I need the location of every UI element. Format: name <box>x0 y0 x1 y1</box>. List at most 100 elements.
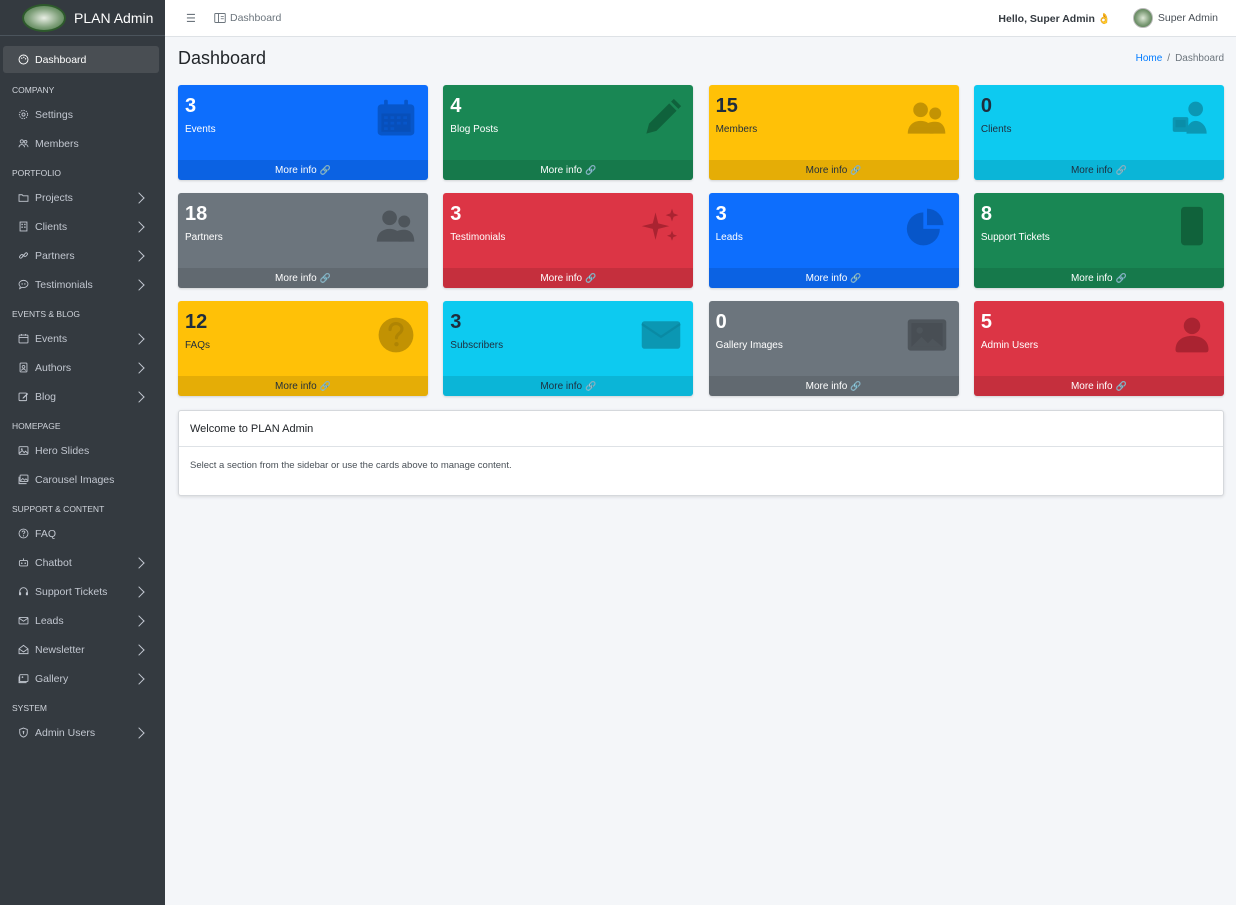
sidebar-item-partners[interactable]: Partners <box>3 241 159 270</box>
sidebar-item-dashboard[interactable]: Dashboard <box>3 46 159 73</box>
sidebar-item-label: Hero Slides <box>35 444 90 457</box>
sidebar-item-projects[interactable]: Projects <box>3 183 159 212</box>
link-icon: 🔗 <box>585 380 597 391</box>
more-info-link[interactable]: More info 🔗 <box>443 160 694 180</box>
stat-card-gallery-images: 0 Gallery Images More info 🔗 <box>708 301 959 396</box>
user-menu[interactable]: Super Admin <box>1132 8 1218 28</box>
pie-chart-icon <box>905 205 949 249</box>
sidebar-item-members[interactable]: Members <box>3 129 159 158</box>
more-info-label: More info <box>805 164 848 176</box>
stat-card-events: 3 Events More info 🔗 <box>178 85 428 180</box>
robot-icon <box>17 557 29 569</box>
sidebar-item-label: Authors <box>35 361 72 374</box>
more-info-label: More info <box>540 380 583 392</box>
more-info-link[interactable]: More info 🔗 <box>973 160 1224 180</box>
sidebar-item-label: Clients <box>35 220 68 233</box>
more-info-link[interactable]: More info 🔗 <box>708 376 959 396</box>
sidebar-item-label: Leads <box>35 614 64 627</box>
chevron-right-icon <box>133 220 145 233</box>
sidebar-item-newsletter[interactable]: Newsletter <box>3 635 159 664</box>
sidebar-item-clients[interactable]: Clients <box>3 212 159 241</box>
more-info-link[interactable]: More info 🔗 <box>973 268 1224 288</box>
chevron-right-icon <box>133 585 145 598</box>
gear-icon <box>17 109 29 121</box>
chat-quote-icon <box>17 279 29 291</box>
calendar-icon <box>17 333 29 345</box>
sidebar-item-chatbot[interactable]: Chatbot <box>3 548 159 577</box>
more-info-label: More info <box>805 380 848 392</box>
folder-icon <box>17 192 29 204</box>
chevron-right-icon <box>133 643 145 656</box>
sidebar-item-label: Chatbot <box>35 556 72 569</box>
stat-card-admin-users: 5 Admin Users More info 🔗 <box>973 301 1224 396</box>
welcome-card: Welcome to PLAN Admin Select a section f… <box>178 410 1224 496</box>
sidebar: PLAN Admin Dashboard COMPANY Settings Membe… <box>0 0 165 905</box>
more-info-link[interactable]: More info 🔗 <box>708 160 959 180</box>
more-info-label: More info <box>275 164 317 176</box>
more-info-label: More info <box>275 272 317 284</box>
stat-card-body: 3 Testimonials <box>443 193 693 268</box>
breadcrumb-separator: / <box>1167 53 1171 64</box>
pencil-square-icon <box>17 391 29 403</box>
sidebar-item-leads[interactable]: Leads <box>3 606 159 635</box>
breadcrumb-home[interactable]: Home <box>1136 53 1163 64</box>
sidebar-item-label: Newsletter <box>35 643 85 656</box>
brand-link[interactable]: PLAN Admin <box>0 0 165 36</box>
sidebar-item-gallery[interactable]: Gallery <box>3 664 159 693</box>
stat-card-testimonials: 3 Testimonials More info 🔗 <box>443 193 694 288</box>
image-icon <box>905 313 949 357</box>
breadcrumb-current: Dashboard <box>1175 53 1224 64</box>
sidebar-item-support-tickets[interactable]: Support Tickets <box>3 577 159 606</box>
greeting-text: Hello, Super Admin 👌 <box>998 12 1111 25</box>
stat-card-body: 4 Blog Posts <box>443 85 693 160</box>
menu-toggle-icon[interactable]: ☰ <box>186 12 198 25</box>
envelope-icon <box>17 615 29 627</box>
link-icon: 🔗 <box>319 380 331 391</box>
stat-card-leads: 3 Leads More info 🔗 <box>708 193 959 288</box>
link-icon: 🔗 <box>1115 380 1127 391</box>
page-title: Dashboard <box>178 48 267 68</box>
sidebar-item-authors[interactable]: Authors <box>3 353 159 382</box>
people-icon <box>905 97 949 141</box>
sidebar-item-testimonials[interactable]: Testimonials <box>3 270 159 299</box>
stat-card-partners: 18 Partners More info 🔗 <box>178 193 428 288</box>
link-icon: 🔗 <box>585 272 597 283</box>
more-info-link[interactable]: More info 🔗 <box>973 376 1224 396</box>
chevron-right-icon <box>133 361 145 374</box>
sidebar-item-hero-slides[interactable]: Hero Slides <box>3 436 159 465</box>
stat-card-body: 3 Leads <box>709 193 959 268</box>
chevron-right-icon <box>133 672 145 685</box>
sidebar-item-settings[interactable]: Settings <box>3 100 159 129</box>
stat-card-body: 3 Events <box>178 85 428 160</box>
image-icon <box>17 445 29 457</box>
user-name: Super Admin <box>1157 12 1218 24</box>
sidebar-item-label: Admin Users <box>35 726 96 739</box>
more-info-link[interactable]: More info 🔗 <box>178 160 428 180</box>
more-info-link[interactable]: More info 🔗 <box>708 268 959 288</box>
link-icon: 🔗 <box>850 380 862 391</box>
sidebar-item-events[interactable]: Events <box>3 324 159 353</box>
top-dashboard-link[interactable]: Dashboard <box>214 12 281 24</box>
stat-card-body: 3 Subscribers <box>443 301 693 376</box>
sidebar-item-admin-users[interactable]: Admin Users <box>3 718 159 747</box>
people-icon <box>17 138 29 150</box>
sidebar-item-carousel-images[interactable]: Carousel Images <box>3 465 159 494</box>
sidebar-item-label: Events <box>35 332 68 345</box>
stat-card-body: 15 Members <box>709 85 959 160</box>
link-icon <box>17 250 29 262</box>
top-navbar: ☰ Dashboard Hello, Super Admin 👌 Super A… <box>165 0 1236 37</box>
sidebar-item-faq[interactable]: FAQ <box>3 519 159 548</box>
sidebar-item-blog[interactable]: Blog <box>3 382 159 411</box>
link-icon: 🔗 <box>319 164 331 175</box>
more-info-link[interactable]: More info 🔗 <box>443 268 694 288</box>
more-info-link[interactable]: More info 🔗 <box>178 268 428 288</box>
more-info-link[interactable]: More info 🔗 <box>178 376 428 396</box>
brand-name: PLAN Admin <box>74 9 154 26</box>
nav-header-system: SYSTEM <box>12 702 47 713</box>
sidebar-item-label: Members <box>35 137 79 150</box>
more-info-link[interactable]: More info 🔗 <box>443 376 694 396</box>
stat-card-body: 12 FAQs <box>178 301 428 376</box>
pencil-icon <box>639 97 683 141</box>
link-icon: 🔗 <box>319 272 331 283</box>
stat-card-subscribers: 3 Subscribers More info 🔗 <box>443 301 694 396</box>
